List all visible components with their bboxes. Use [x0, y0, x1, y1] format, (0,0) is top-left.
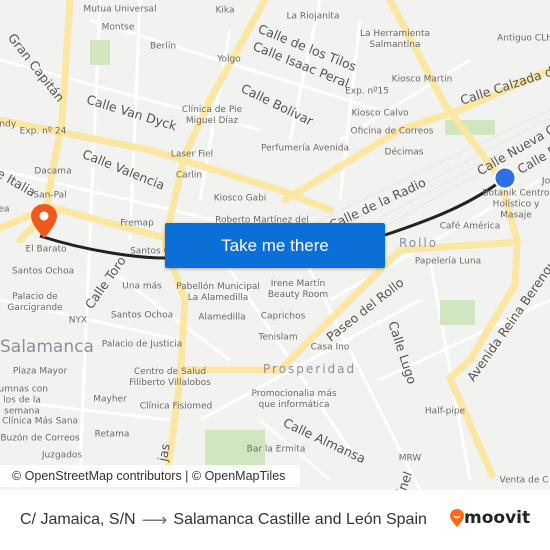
location-pin-icon[interactable] — [30, 203, 58, 239]
poi-label: Botanik Centro Holístico y Masaje — [482, 188, 550, 221]
poi-label: Exp. nº15 — [345, 86, 389, 97]
poi-label: Bar la Ermita — [246, 444, 306, 455]
poi-label: Venta de C — [499, 475, 549, 486]
poi-label: Irene Martín Beauty Room — [267, 279, 329, 300]
poi-label: Kiosco Gabi — [213, 193, 267, 204]
poi-label: lumnas con los de la semana — [0, 384, 48, 417]
poi-label: Una más — [122, 281, 162, 292]
current-location-dot-icon[interactable] — [493, 166, 517, 190]
poi-label: Clínica de Pie Miguel Díaz — [181, 105, 243, 126]
moovit-wordmark: moovit — [464, 508, 531, 528]
poi-label: Mutua Universal — [83, 4, 157, 15]
poi-label: Laser Fiel — [170, 149, 214, 160]
poi-label: Tenislam — [258, 332, 298, 343]
poi-label: Oficina de Correos — [350, 126, 434, 137]
street-label: jas — [154, 442, 173, 463]
poi-label: Yolgo — [217, 54, 241, 65]
poi-label: Centro de Salud Filiberto Villalobos — [129, 367, 211, 388]
moovit-logo[interactable]: moovit — [450, 508, 530, 528]
poi-label: MRW — [398, 453, 422, 464]
take-me-there-button[interactable]: Take me there — [165, 223, 385, 268]
poi-label: La Riojanita — [286, 11, 340, 22]
poi-label: Mayher — [93, 394, 127, 405]
poi-label: Kiosco Martín — [391, 74, 453, 85]
poi-label: Jo — [541, 176, 550, 187]
poi-label: San-Pal — [33, 190, 67, 201]
poi-label: Berlín — [149, 41, 177, 52]
poi-label: Santos C — [130, 246, 170, 257]
poi-label: Buzón de Correos — [0, 433, 80, 444]
poi-label: Alamedilla — [198, 312, 246, 323]
poi-label: Kiosco Calvo — [351, 108, 409, 119]
poi-label: El Barato — [25, 244, 67, 255]
poi-label: Papelería Luna — [414, 256, 482, 267]
district-label: Prosperidad — [263, 362, 357, 376]
poi-label: Perfumería Avenida — [260, 143, 350, 154]
poi-label: Café América — [439, 221, 501, 232]
poi-label: Santos Ochoa — [110, 310, 174, 321]
poi-label: Pabellón Municipal La Alamedilla — [176, 282, 260, 303]
map-view[interactable]: Salamanca Prosperidad Rollo Gran Capitán… — [0, 0, 550, 490]
poi-label: Exp. nº 24 — [19, 126, 67, 137]
arrow-right-icon: ⟶ — [141, 509, 168, 530]
poi-label: endy — [0, 119, 17, 130]
poi-label: ea — [0, 204, 10, 215]
map-attribution[interactable]: © OpenStreetMap contributors | © OpenMap… — [0, 465, 300, 487]
destination-label: Salamanca Castille and León Spain — [173, 511, 427, 528]
poi-label: Fremap — [120, 218, 154, 229]
moovit-pin-icon — [450, 509, 464, 527]
poi-label: Palacio de Garcigrande — [7, 292, 63, 313]
origin-label: C/ Jamaica, S/N — [20, 511, 136, 528]
poi-label: Carlin — [175, 170, 203, 181]
poi-label: NYX — [68, 315, 88, 326]
district-label: Salamanca — [0, 337, 94, 357]
poi-label: Retama — [94, 429, 130, 440]
poi-label: Décimas — [384, 147, 424, 158]
poi-label: Clínica Más Sana — [1, 416, 79, 427]
poi-label: Half-pipe — [424, 406, 466, 417]
poi-label: Clínica Fisiomed — [139, 401, 213, 412]
poi-label: La Herramienta Salmantina — [359, 29, 430, 50]
poi-label: Santos Ochoa — [11, 266, 75, 277]
poi-label: Juzgados — [41, 450, 83, 461]
poi-label: Antiguo CLH — [497, 33, 550, 44]
poi-label: Dacama — [34, 166, 72, 177]
poi-label: Caprichos — [260, 311, 306, 322]
poi-label: Palacio de Justicia — [101, 339, 183, 350]
poi-label: Plaza Mayor — [12, 366, 68, 377]
poi-label: Casa Ino — [310, 342, 350, 353]
poi-label: Kika — [215, 5, 235, 16]
poi-label: Montse — [101, 22, 135, 33]
poi-label: Promocionalia más que informática — [251, 389, 337, 410]
district-label: Rollo — [399, 236, 439, 250]
